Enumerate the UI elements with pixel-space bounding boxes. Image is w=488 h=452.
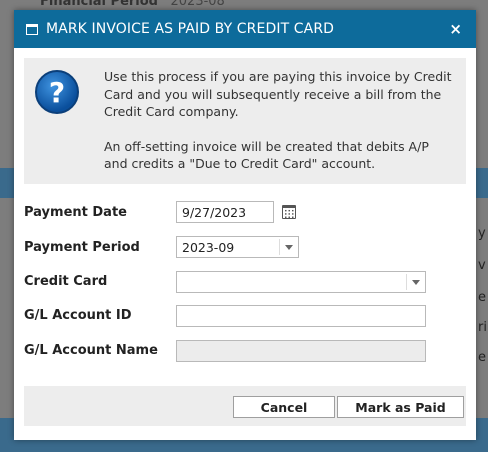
background-fragment: e [478,350,486,365]
background-fragment: v [478,258,486,273]
background-financial-period-label: Financial Period [40,0,158,9]
info-panel: ? Use this process if you are paying thi… [24,58,466,184]
background-financial-period-value: 2023-08 [170,0,225,9]
background-fragment: y [478,226,486,241]
credit-card-select[interactable] [176,271,426,293]
cancel-button[interactable]: Cancel [233,396,335,418]
calendar-icon[interactable] [282,205,296,219]
window-icon [26,23,38,35]
background-fragment: e [478,290,486,305]
gl-account-name-input [176,340,426,362]
info-paragraph-2: An off-setting invoice will be created t… [104,138,429,172]
gl-account-name-label: G/L Account Name [24,342,158,358]
dialog-header: MARK INVOICE AS PAID BY CREDIT CARD × [14,10,476,48]
gl-account-id-label: G/L Account ID [24,307,132,323]
question-icon: ? [35,70,79,114]
mark-paid-dialog: MARK INVOICE AS PAID BY CREDIT CARD × ? … [14,10,476,440]
info-paragraph-1: Use this process if you are paying this … [104,69,452,119]
payment-date-input[interactable]: 9/27/2023 [176,201,274,223]
close-icon[interactable]: × [447,20,464,38]
dialog-title: MARK INVOICE AS PAID BY CREDIT CARD [46,21,335,37]
chevron-down-icon[interactable] [407,272,425,292]
payment-period-label: Payment Period [24,239,140,255]
credit-card-label: Credit Card [24,273,108,289]
dialog-footer: Cancel Mark as Paid [24,386,466,426]
payment-period-select[interactable]: 2023-09 [176,236,299,258]
payment-period-value: 2023-09 [182,239,235,255]
mark-as-paid-button[interactable]: Mark as Paid [337,396,464,418]
gl-account-id-input[interactable] [176,305,426,327]
info-text: Use this process if you are paying this … [104,68,452,190]
background-financial-period: Financial Period 2023-08 [40,0,225,9]
chevron-down-icon[interactable] [280,237,298,257]
payment-date-label: Payment Date [24,204,127,220]
background-fragment: ri [478,320,487,335]
